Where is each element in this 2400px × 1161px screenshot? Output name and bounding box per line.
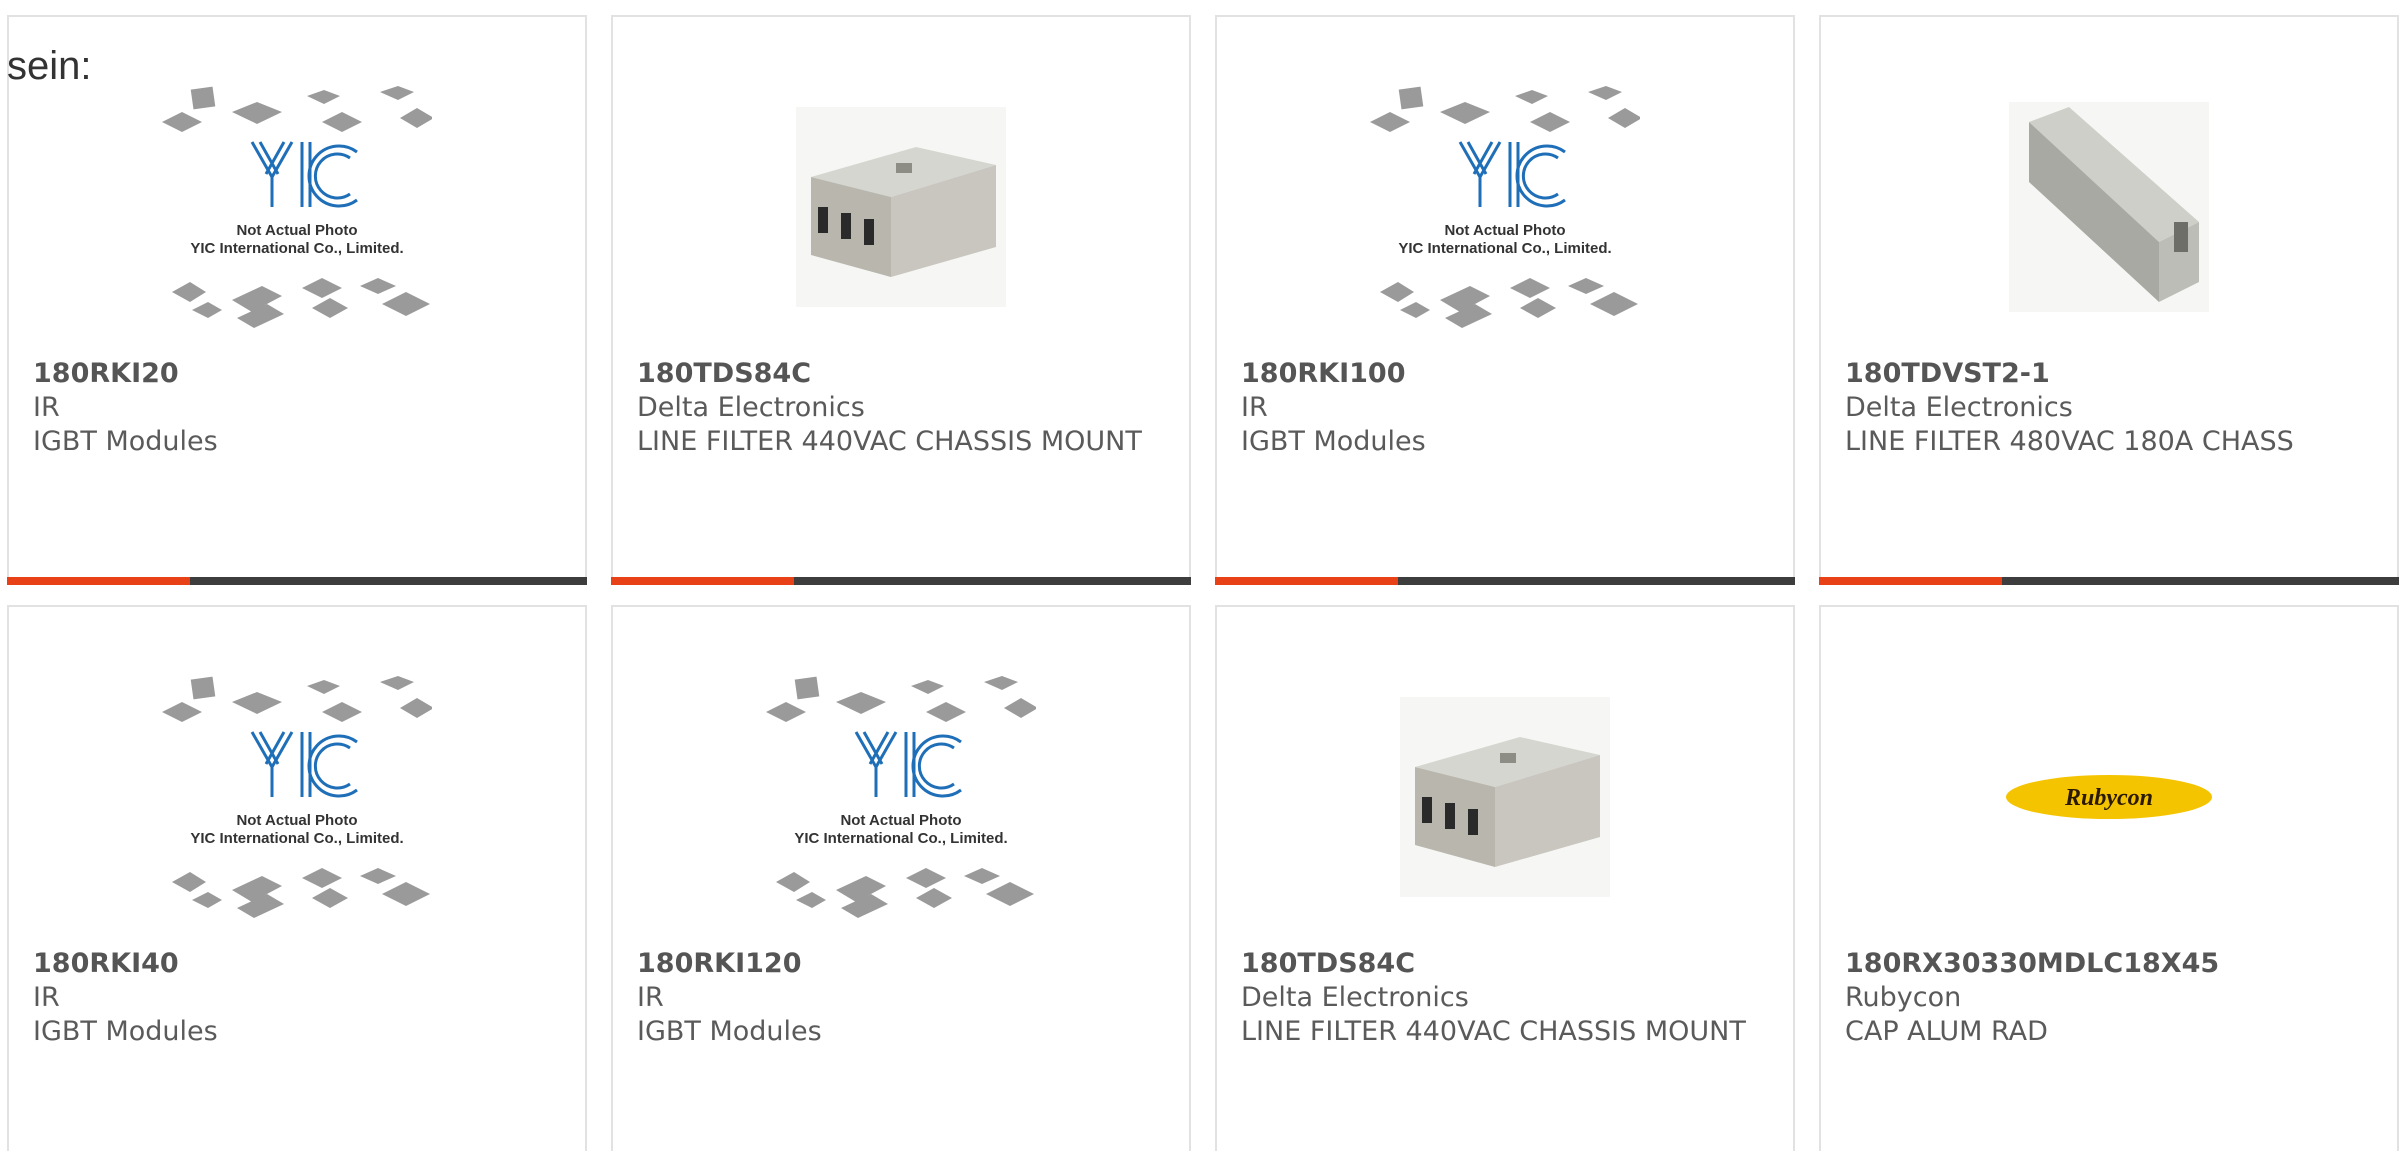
product-image[interactable] [1217, 647, 1793, 947]
line-filter-photo [1400, 697, 1610, 897]
product-image[interactable] [613, 57, 1189, 357]
product-info: 180TDS84C Delta Electronics LINE FILTER … [1241, 947, 1763, 1049]
brand-name: Delta Electronics [1241, 982, 1469, 1013]
accent-bar [1215, 577, 1398, 585]
brand-name: IR [33, 982, 60, 1013]
brand-name: IR [637, 982, 664, 1013]
product-grid-page: sein: Not Actual Photo YIC International… [0, 0, 2400, 1161]
product-card[interactable]: Rubycon 180RX30330MDLC18X45 Rubycon CAP … [1819, 605, 2399, 1151]
brand-name: Rubycon [1845, 982, 1962, 1013]
product-description: CAP ALUM RAD [1845, 1016, 2048, 1047]
product-image[interactable]: Not Actual Photo YIC International Co., … [9, 57, 585, 357]
product-description: LINE FILTER 480VAC 180A CHASS [1845, 426, 2294, 457]
accent-bar [611, 577, 794, 585]
placeholder-line2: YIC International Co., Limited. [190, 240, 403, 257]
product-card[interactable]: 180TDS84C Delta Electronics LINE FILTER … [1215, 605, 1795, 1151]
part-number[interactable]: 180RKI40 [33, 947, 555, 981]
product-description: IGBT Modules [637, 1016, 822, 1047]
product-info: 180RKI40 IR IGBT Modules [33, 947, 555, 1049]
placeholder-line1: Not Actual Photo [840, 812, 961, 829]
yic-placeholder-image: Not Actual Photo YIC International Co., … [162, 82, 434, 332]
part-number[interactable]: 180RKI20 [33, 357, 555, 391]
product-image[interactable] [1821, 57, 2397, 357]
product-card[interactable]: Not Actual Photo YIC International Co., … [7, 15, 587, 585]
product-description: IGBT Modules [33, 426, 218, 457]
product-info: 180RKI20 IR IGBT Modules [33, 357, 555, 459]
yic-placeholder-image: Not Actual Photo YIC International Co., … [162, 672, 434, 922]
part-number[interactable]: 180RKI120 [637, 947, 1159, 981]
card-bottom-bar [611, 577, 1191, 585]
intro-text: sein: [7, 44, 92, 88]
accent-bar [7, 577, 190, 585]
card-bottom-bar [1819, 577, 2399, 585]
card-bottom-bar [7, 577, 587, 585]
brand-name: IR [1241, 392, 1268, 423]
line-filter-photo [2009, 102, 2209, 312]
brand-name: Delta Electronics [1845, 392, 2073, 423]
product-info: 180RKI100 IR IGBT Modules [1241, 357, 1763, 459]
product-info: 180RKI120 IR IGBT Modules [637, 947, 1159, 1049]
product-info: 180RX30330MDLC18X45 Rubycon CAP ALUM RAD [1845, 947, 2367, 1049]
part-number[interactable]: 180TDVST2-1 [1845, 357, 2367, 391]
part-number[interactable]: 180TDS84C [1241, 947, 1763, 981]
part-number[interactable]: 180RX30330MDLC18X45 [1845, 947, 2367, 981]
line-filter-photo [796, 107, 1006, 307]
product-image[interactable]: Rubycon [1821, 647, 2397, 947]
product-info: 180TDVST2-1 Delta Electronics LINE FILTE… [1845, 357, 2367, 459]
placeholder-line2: YIC International Co., Limited. [794, 830, 1007, 847]
product-image[interactable]: Not Actual Photo YIC International Co., … [9, 647, 585, 947]
placeholder-line1: Not Actual Photo [236, 222, 357, 239]
product-card[interactable]: 180TDS84C Delta Electronics LINE FILTER … [611, 15, 1191, 585]
part-number[interactable]: 180TDS84C [637, 357, 1159, 391]
product-grid: Not Actual Photo YIC International Co., … [7, 15, 2399, 1161]
placeholder-line1: Not Actual Photo [236, 812, 357, 829]
placeholder-line1: Not Actual Photo [1444, 222, 1565, 239]
placeholder-line2: YIC International Co., Limited. [190, 830, 403, 847]
rubycon-logo-text: Rubycon [2064, 785, 2153, 811]
product-info: 180TDS84C Delta Electronics LINE FILTER … [637, 357, 1159, 459]
rubycon-logo: Rubycon [2006, 775, 2212, 819]
product-card[interactable]: 180TDVST2-1 Delta Electronics LINE FILTE… [1819, 15, 2399, 585]
card-bottom-bar [1215, 577, 1795, 585]
product-image[interactable]: Not Actual Photo YIC International Co., … [613, 647, 1189, 947]
yic-placeholder-image: Not Actual Photo YIC International Co., … [766, 672, 1038, 922]
brand-name: IR [33, 392, 60, 423]
product-card[interactable]: Not Actual Photo YIC International Co., … [611, 605, 1191, 1151]
product-card[interactable]: Not Actual Photo YIC International Co., … [7, 605, 587, 1151]
product-card[interactable]: Not Actual Photo YIC International Co., … [1215, 15, 1795, 585]
part-number[interactable]: 180RKI100 [1241, 357, 1763, 391]
product-image[interactable]: Not Actual Photo YIC International Co., … [1217, 57, 1793, 357]
product-description: LINE FILTER 440VAC CHASSIS MOUNT [637, 426, 1142, 457]
product-description: LINE FILTER 440VAC CHASSIS MOUNT [1241, 1016, 1746, 1047]
brand-name: Delta Electronics [637, 392, 865, 423]
product-description: IGBT Modules [33, 1016, 218, 1047]
placeholder-line2: YIC International Co., Limited. [1398, 240, 1611, 257]
accent-bar [1819, 577, 2002, 585]
yic-placeholder-image: Not Actual Photo YIC International Co., … [1370, 82, 1642, 332]
product-description: IGBT Modules [1241, 426, 1426, 457]
